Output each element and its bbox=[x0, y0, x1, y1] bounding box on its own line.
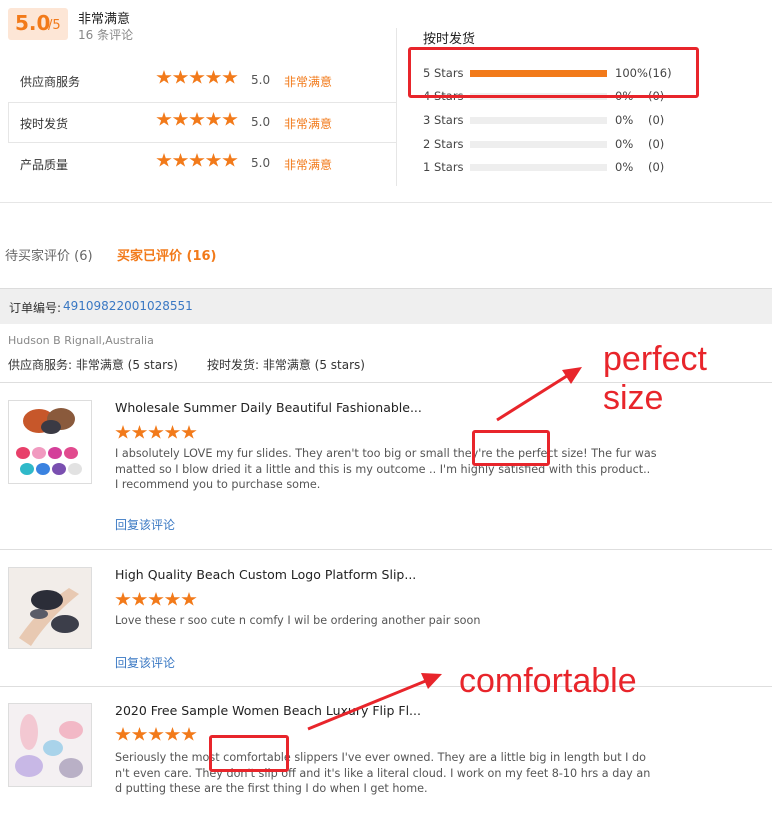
annotation-comfortable: comfortable bbox=[459, 662, 637, 700]
annotation-perfect-size: perfect size bbox=[603, 340, 707, 418]
